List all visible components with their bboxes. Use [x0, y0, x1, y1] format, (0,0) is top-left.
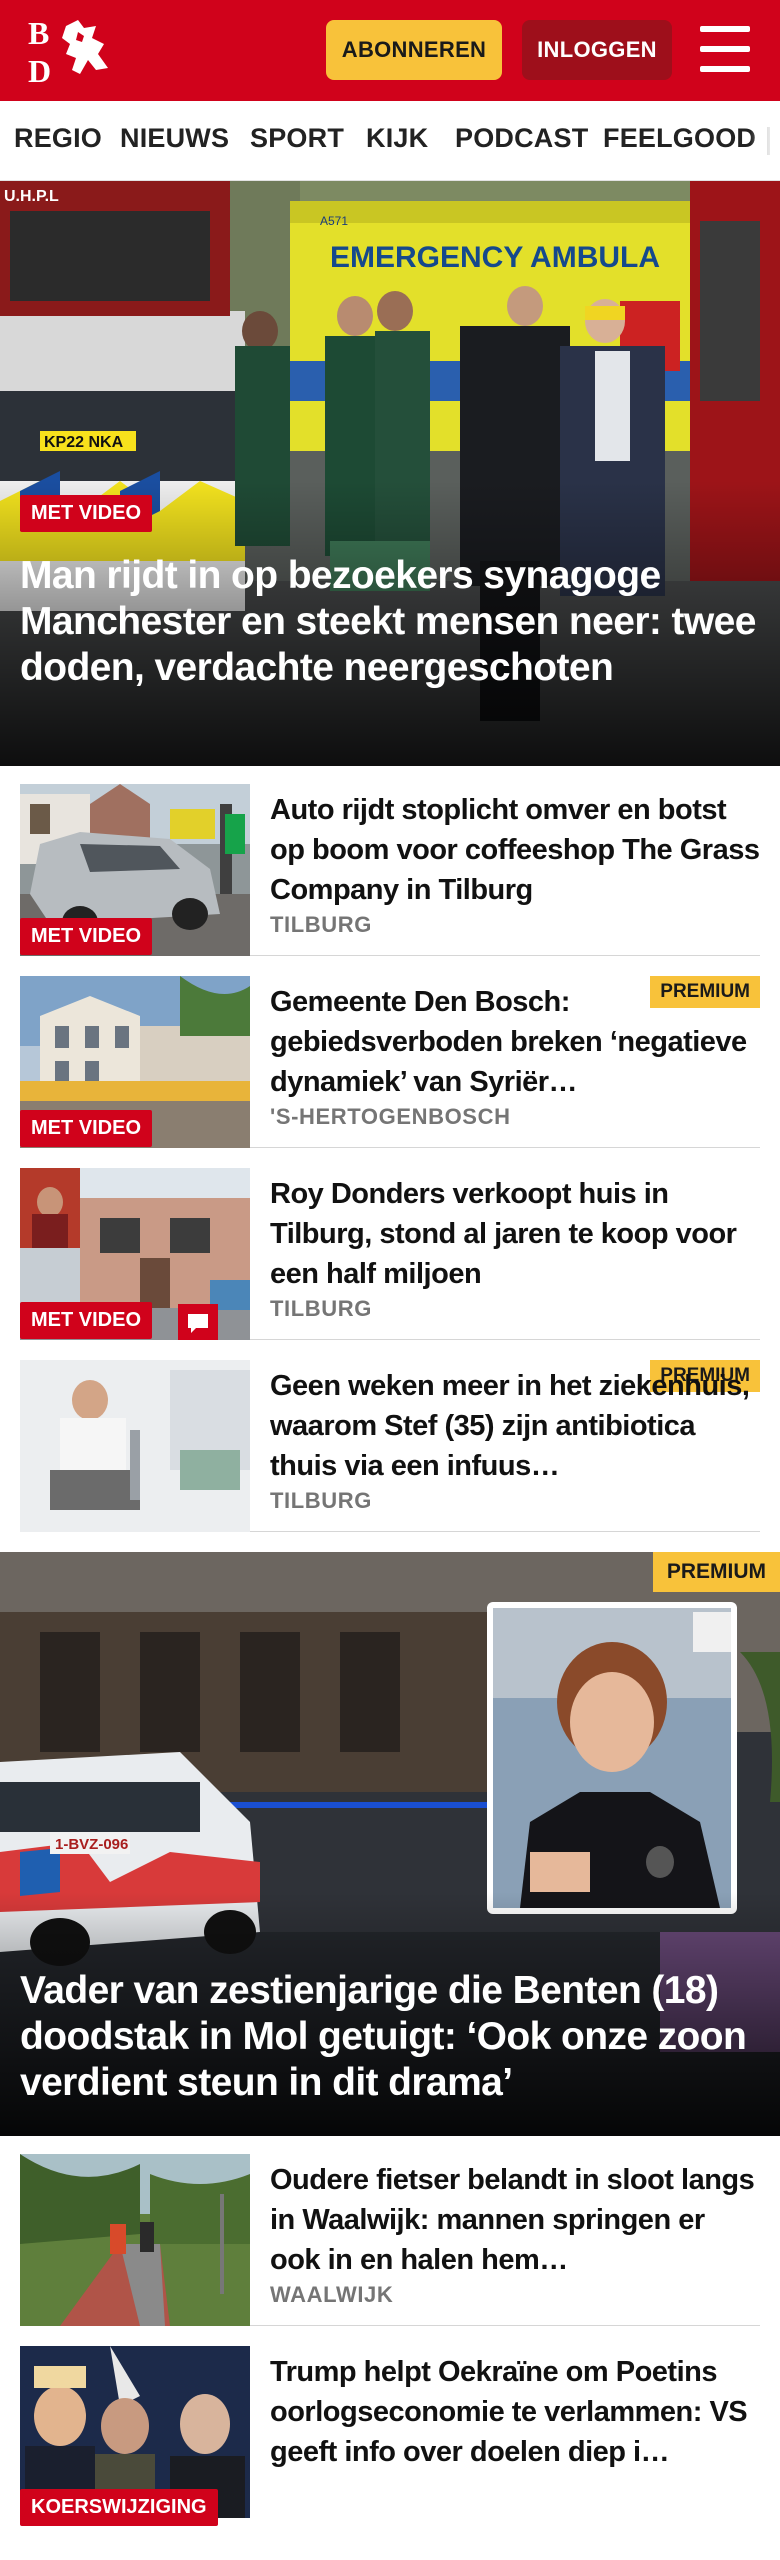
nav-item-podcast[interactable]: PODCAST: [455, 123, 588, 154]
topic-badge: KOERSWIJZIGING: [20, 2489, 218, 2526]
nav-item-regio[interactable]: REGIO: [14, 123, 102, 154]
feature-plate-text: 1-BVZ-096: [55, 1836, 128, 1853]
hero-article[interactable]: A571 EMERGENCY AMBULA KP22 NKA U.H.P.L M…: [0, 181, 780, 766]
ambulance-text: EMERGENCY AMBULA: [330, 241, 660, 274]
article-item[interactable]: PREMIUM MET VIDEO Gemeente Den Bosch: ge…: [20, 976, 760, 1148]
nav-fade: [750, 101, 780, 180]
article-thumbnail: [20, 2154, 250, 2326]
article-headline[interactable]: Auto rijdt stoplicht omver en botst op b…: [270, 790, 760, 910]
article-headline[interactable]: Geen weken meer in het ziekenhuis, waaro…: [270, 1366, 760, 1486]
article-headline[interactable]: Roy Donders verkoopt huis in Tilburg, st…: [270, 1174, 760, 1294]
subscribe-button[interactable]: ABONNEREN: [326, 20, 502, 80]
premium-badge: PREMIUM: [652, 1552, 780, 1592]
video-badge: MET VIDEO: [20, 918, 153, 955]
fire-truck-sign-text: U.H.P.L: [4, 188, 59, 205]
hero-headline[interactable]: Man rijdt in op bezoekers synagoge Manch…: [20, 553, 760, 691]
svg-text:D: D: [28, 53, 51, 86]
article-location: TILBURG: [270, 1488, 372, 1513]
svg-text:B: B: [28, 15, 49, 51]
article-thumbnail: [20, 1360, 250, 1532]
article-item[interactable]: Oudere fietser belandt in sloot langs in…: [20, 2154, 760, 2326]
nav-item-nieuws[interactable]: NIEUWS: [120, 123, 229, 154]
site-header: B D ABONNEREN INLOGGEN: [0, 0, 780, 101]
article-headline[interactable]: Oudere fietser belandt in sloot langs in…: [270, 2160, 760, 2280]
feature-headline[interactable]: Vader van zestienjarige die Benten (18) …: [20, 1968, 760, 2106]
feature-article[interactable]: 1-BVZ-096 PREMIUM Vader van zestienjarig…: [0, 1552, 780, 2136]
article-item[interactable]: KOERSWIJZIGING Trump helpt Oekraïne om P…: [20, 2346, 760, 2526]
article-location: TILBURG: [270, 912, 372, 937]
police-plate-text: KP22 NKA: [44, 434, 124, 451]
article-location: TILBURG: [270, 1296, 372, 1321]
video-badge: MET VIDEO: [20, 1110, 153, 1147]
article-item[interactable]: MET VIDEO Roy Donders verkoopt huis in T…: [20, 1168, 760, 1340]
nav-item-kijk[interactable]: KIJK: [366, 123, 428, 154]
login-button[interactable]: INLOGGEN: [522, 20, 672, 80]
article-location: WAALWIJK: [270, 2282, 394, 2307]
article-headline[interactable]: Trump helpt Oekraïne om Poetins oorlogse…: [270, 2352, 760, 2472]
section-nav: REGIO NIEUWS SPORT KIJK PODCAST FEELGOOD: [0, 101, 780, 181]
article-location: 'S-HERTOGENBOSCH: [270, 1104, 511, 1129]
video-badge: MET VIDEO: [20, 495, 153, 532]
nav-item-feelgood[interactable]: FEELGOOD: [603, 123, 756, 154]
article-item[interactable]: MET VIDEO Auto rijdt stoplicht omver en …: [20, 784, 760, 956]
video-badge: MET VIDEO: [20, 1302, 153, 1339]
article-headline[interactable]: Gemeente Den Bosch: gebiedsverboden brek…: [270, 982, 760, 1102]
hamburger-menu-icon[interactable]: [700, 26, 750, 72]
nav-item-sport[interactable]: SPORT: [250, 123, 344, 154]
bd-logo[interactable]: B D: [26, 14, 120, 89]
ambulance-code-text: A571: [320, 214, 348, 228]
article-item[interactable]: PREMIUM Geen weken meer in het ziekenhui…: [20, 1360, 760, 1532]
comment-icon: [178, 1304, 218, 1340]
